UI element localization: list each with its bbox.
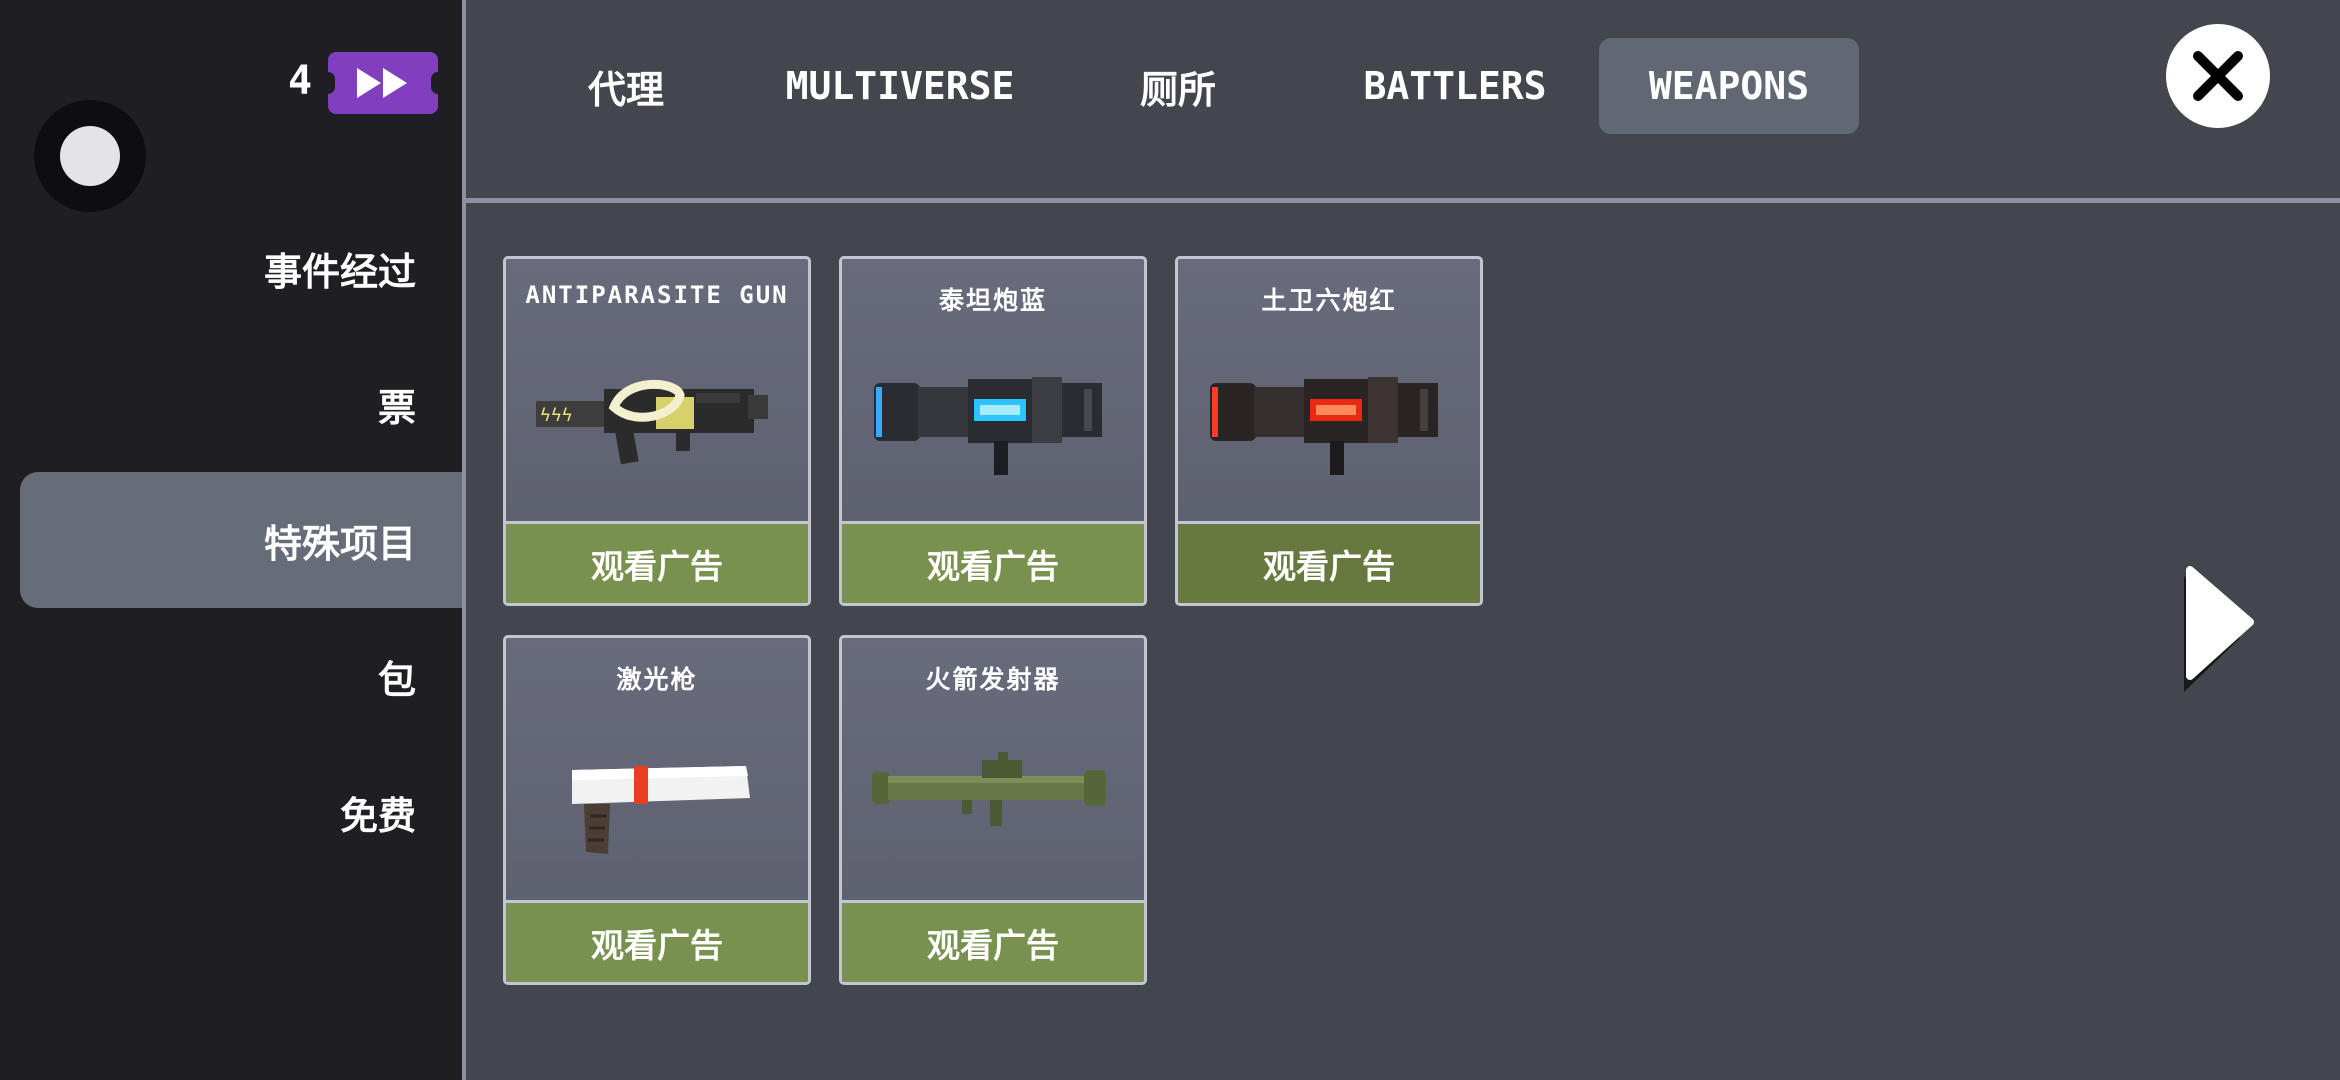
titan-cannon-blue-icon [874, 377, 1102, 475]
chevron-right-icon [2184, 566, 2254, 692]
watch-ad-button[interactable]: 观看广告 [506, 900, 808, 982]
titan-cannon-red-icon [1210, 377, 1438, 475]
watch-ad-button[interactable]: 观看广告 [842, 521, 1144, 603]
sidebar-item-special-items[interactable]: 特殊项目 [20, 472, 462, 608]
close-icon [2193, 51, 2243, 101]
sidebar-item-events[interactable]: 事件经过 [20, 200, 462, 336]
svg-text:ϟϟϟ: ϟϟϟ [540, 405, 573, 426]
watch-ad-button[interactable]: 观看广告 [842, 900, 1144, 982]
card-title: 土卫六炮红 [1261, 286, 1397, 315]
card-title: ANTIPARASITE GUN [525, 281, 789, 309]
next-page-button[interactable] [2168, 556, 2268, 696]
weapon-card[interactable]: 土卫六炮红 观看广告 [1175, 256, 1483, 606]
card-title: 泰坦炮蓝 [938, 286, 1047, 315]
weapon-card[interactable]: ANTIPARASITE GUN ϟϟϟ 观看广告 [503, 256, 811, 606]
close-button[interactable] [2166, 24, 2270, 128]
joystick[interactable] [34, 100, 146, 212]
sidebar: 4 事件经过 票 特殊项目 包 免费 [0, 0, 462, 1080]
sidebar-item-bundles[interactable]: 包 [20, 608, 462, 744]
watch-ad-button[interactable]: 观看广告 [506, 521, 808, 603]
tab-toilets[interactable]: 厕所 [1100, 38, 1256, 134]
card-title: 火箭发射器 [925, 665, 1061, 694]
ticket-count: 4 [288, 58, 313, 104]
sidebar-divider [462, 0, 466, 1080]
joystick-knob[interactable] [60, 126, 120, 186]
rocket-launcher-icon [872, 752, 1106, 826]
tab-agents[interactable]: 代理 [546, 38, 706, 134]
tab-multiverse[interactable]: MULTIVERSE [770, 38, 1030, 134]
watch-ad-button[interactable]: 观看广告 [1178, 521, 1480, 603]
card-title: 激光枪 [616, 665, 698, 694]
sidebar-item-free[interactable]: 免费 [20, 744, 462, 880]
tab-weapons[interactable]: WEAPONS [1599, 38, 1859, 134]
sidebar-item-tickets[interactable]: 票 [20, 336, 462, 472]
weapon-card[interactable]: 火箭发射器 观看广告 [839, 635, 1147, 985]
weapon-card[interactable]: 激光枪 观看广告 [503, 635, 811, 985]
skip-ticket-icon [321, 52, 445, 114]
tab-underline [466, 198, 2340, 203]
weapon-card[interactable]: 泰坦炮蓝 观看广告 [839, 256, 1147, 606]
laser-gun-icon [572, 766, 750, 854]
tab-battlers[interactable]: BATTLERS [1340, 38, 1570, 134]
antiparasite-gun-icon: ϟϟϟ [536, 380, 768, 465]
